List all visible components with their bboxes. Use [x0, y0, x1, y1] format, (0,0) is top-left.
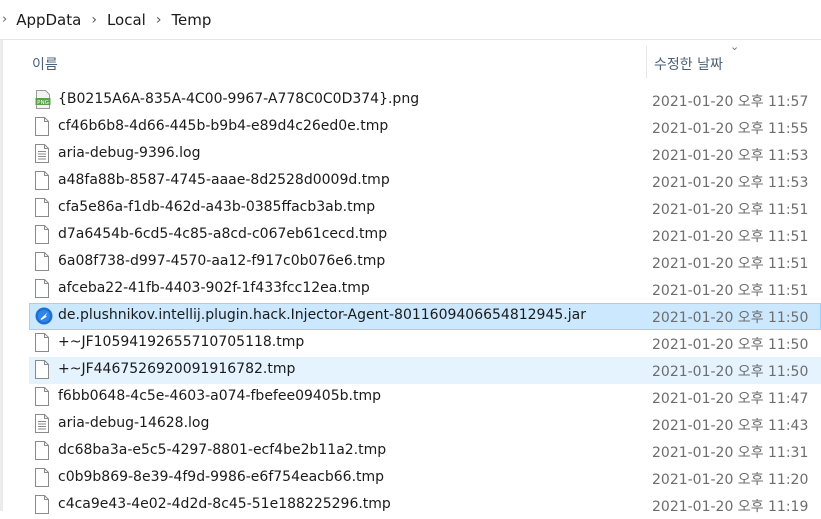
address-bar[interactable]: › AppData › Local › Temp — [0, 0, 821, 40]
file-row[interactable]: aria-debug-14628.log 2021-01-20 오후 11:43 — [3, 411, 821, 438]
file-row[interactable]: c0b9b869-8e39-4f9d-9986-e6f754eacb66.tmp… — [3, 465, 821, 492]
file-date-modified: 2021-01-20 오후 11:53 — [652, 175, 809, 191]
file-name: d7a6454b-6cd5-4c85-a8cd-c067eb61cecd.tmp — [58, 226, 388, 242]
breadcrumb-appdata[interactable]: AppData — [13, 11, 84, 29]
file-date-modified: 2021-01-20 오후 11:31 — [652, 445, 809, 461]
column-header-name[interactable]: 이름 — [32, 54, 58, 74]
file-date-modified: 2021-01-20 오후 11:51 — [652, 229, 809, 245]
file-row[interactable]: de.plushnikov.intellij.plugin.hack.Injec… — [29, 303, 821, 330]
file-date-modified: 2021-01-20 오후 11:51 — [652, 202, 809, 218]
file-date-modified: 2021-01-20 오후 11:19 — [652, 499, 809, 515]
file-row[interactable]: aria-debug-9396.log 2021-01-20 오후 11:53 — [3, 141, 821, 168]
file-icon — [35, 387, 49, 406]
file-row[interactable]: c4ca9e43-4e02-4d2d-8c45-51e188225296.tmp… — [3, 492, 821, 519]
file-name: cfa5e86a-f1db-462d-a43b-0385ffacb3ab.tmp — [58, 199, 376, 215]
file-date-modified: 2021-01-20 오후 11:43 — [652, 418, 809, 434]
file-name: c0b9b869-8e39-4f9d-9986-e6f754eacb66.tmp — [58, 469, 385, 485]
file-icon — [35, 441, 49, 460]
file-name: dc68ba3a-e5c5-4297-8801-ecf4be2b11a2.tmp — [58, 442, 387, 458]
file-date-modified: 2021-01-20 오후 11:51 — [652, 256, 809, 272]
file-icon — [35, 225, 49, 244]
chevron-right-icon[interactable]: › — [0, 12, 13, 27]
file-date-modified: 2021-01-20 오후 11:47 — [652, 391, 809, 407]
file-row[interactable]: cfa5e86a-f1db-462d-a43b-0385ffacb3ab.tmp… — [3, 195, 821, 222]
breadcrumb: › AppData › Local › Temp — [0, 0, 214, 39]
file-date-modified: 2021-01-20 오후 11:50 — [652, 337, 809, 353]
column-divider[interactable] — [646, 46, 647, 78]
file-row[interactable]: f6bb0648-4c5e-4603-a074-fbefee09405b.tmp… — [3, 384, 821, 411]
file-name: cf46b6b8-4d66-445b-b9b4-e89d4c26ed0e.tmp — [58, 118, 389, 134]
file-date-modified: 2021-01-20 오후 11:50 — [652, 310, 809, 326]
file-date-modified: 2021-01-20 오후 11:20 — [652, 472, 809, 488]
file-row[interactable]: +~JF10594192655710705118.tmp 2021-01-20 오… — [3, 330, 821, 357]
file-date-modified: 2021-01-20 오후 11:51 — [652, 283, 809, 299]
file-icon — [35, 252, 49, 271]
sort-descending-icon: ⌄ — [730, 40, 740, 53]
file-icon — [35, 117, 49, 136]
file-name: 6a08f738-d997-4570-aa12-f917c0b076e6.tmp — [58, 253, 386, 269]
file-row[interactable]: cf46b6b8-4d66-445b-b9b4-e89d4c26ed0e.tmp… — [3, 114, 821, 141]
file-row[interactable]: a48fa88b-8587-4745-aaae-8d2528d0009d.tmp… — [3, 168, 821, 195]
file-row[interactable]: afceba22-41fb-4403-902f-1f433fcc12ea.tmp… — [3, 276, 821, 303]
file-date-modified: 2021-01-20 오후 11:55 — [652, 121, 809, 137]
file-icon — [35, 468, 49, 487]
file-name: +~JF4467526920091916782.tmp — [58, 361, 296, 377]
file-icon — [35, 279, 49, 298]
breadcrumb-local[interactable]: Local — [104, 11, 149, 29]
file-name: afceba22-41fb-4403-902f-1f433fcc12ea.tmp — [58, 280, 370, 296]
file-row[interactable]: dc68ba3a-e5c5-4297-8801-ecf4be2b11a2.tmp… — [3, 438, 821, 465]
file-name: aria-debug-14628.log — [58, 415, 210, 431]
file-list: PNG {B0215A6A-835A-4C00-9967-A778C0C0D374… — [3, 87, 821, 519]
file-name: {B0215A6A-835A-4C00-9967-A778C0C0D374}.p… — [58, 91, 420, 107]
file-name: f6bb0648-4c5e-4603-a074-fbefee09405b.tmp — [58, 388, 381, 404]
chevron-right-icon[interactable]: › — [84, 12, 104, 28]
text-file-icon — [35, 144, 49, 163]
file-name: c4ca9e43-4e02-4d2d-8c45-51e188225296.tmp — [58, 496, 391, 512]
file-name: a48fa88b-8587-4745-aaae-8d2528d0009d.tmp — [58, 172, 390, 188]
file-row[interactable]: d7a6454b-6cd5-4c85-a8cd-c067eb61cecd.tmp… — [3, 222, 821, 249]
column-header: 이름 ⌄ 수정한 날짜 — [3, 40, 821, 84]
file-date-modified: 2021-01-20 오후 11:53 — [652, 148, 809, 164]
column-header-date-modified[interactable]: 수정한 날짜 — [654, 54, 723, 74]
breadcrumb-temp[interactable]: Temp — [168, 11, 214, 29]
jar-file-icon — [35, 307, 53, 326]
file-date-modified: 2021-01-20 오후 11:50 — [652, 364, 809, 380]
file-row[interactable]: +~JF4467526920091916782.tmp 2021-01-20 오후… — [29, 357, 821, 384]
file-icon — [35, 360, 49, 379]
file-name: aria-debug-9396.log — [58, 145, 201, 161]
svg-text:PNG: PNG — [37, 100, 49, 106]
file-name: de.plushnikov.intellij.plugin.hack.Injec… — [58, 307, 586, 323]
file-icon — [35, 171, 49, 190]
file-icon — [35, 495, 49, 514]
file-row[interactable]: PNG {B0215A6A-835A-4C00-9967-A778C0C0D374… — [3, 87, 821, 114]
file-row[interactable]: 6a08f738-d997-4570-aa12-f917c0b076e6.tmp… — [3, 249, 821, 276]
png-file-icon: PNG — [35, 90, 51, 109]
file-name: +~JF10594192655710705118.tmp — [58, 334, 305, 350]
chevron-right-icon[interactable]: › — [149, 12, 169, 28]
file-date-modified: 2021-01-20 오후 11:57 — [652, 94, 809, 110]
text-file-icon — [35, 414, 49, 433]
file-icon — [35, 198, 49, 217]
file-icon — [35, 333, 49, 352]
